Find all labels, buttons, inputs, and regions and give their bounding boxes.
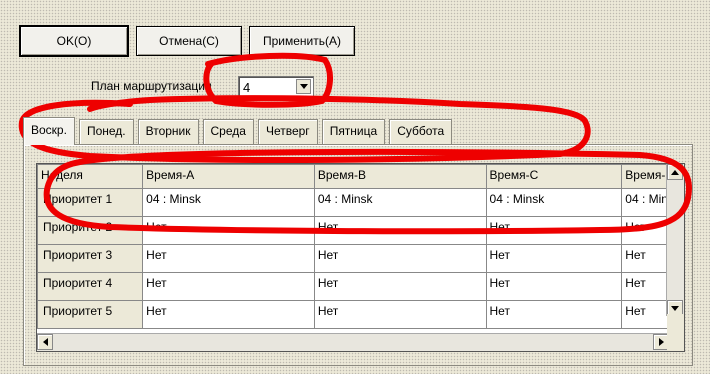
scrollbar-corner (667, 314, 684, 351)
table-cell[interactable]: Нет (313, 244, 487, 273)
apply-button[interactable]: Применить(А) (249, 26, 355, 56)
tab-monday[interactable]: Понед. (78, 119, 134, 145)
table-cell[interactable]: Нет (313, 300, 487, 329)
priority-grid: Неделя Время-A Время-B Время-C Время-D П… (36, 163, 685, 352)
table-cell[interactable]: 04 : Minsk (313, 188, 487, 217)
routing-plan-select[interactable]: 4 (238, 76, 314, 98)
table-row: Приоритет 5 Нет Нет Нет Нет (37, 300, 684, 329)
table-cell[interactable]: Нет (142, 244, 315, 273)
tab-saturday[interactable]: Суббота (389, 119, 453, 145)
vertical-scrollbar[interactable] (666, 164, 684, 316)
table-cell[interactable]: Нет (142, 272, 315, 301)
scroll-left-icon[interactable] (37, 334, 53, 350)
table-cell[interactable]: Нет (485, 244, 623, 273)
scroll-up-icon[interactable] (667, 164, 683, 180)
tab-tuesday[interactable]: Вторник (137, 119, 199, 145)
table-header-row: Неделя Время-A Время-B Время-C Время-D (37, 164, 684, 189)
routing-plan-value: 4 (243, 80, 251, 95)
routing-plan-label: План маршрутизации (91, 79, 212, 93)
table-cell[interactable]: 04 : Minsk (485, 188, 623, 217)
dropdown-arrow-icon[interactable] (296, 79, 311, 94)
table-row: Приоритет 3 Нет Нет Нет Нет (37, 244, 684, 273)
table-cell[interactable]: Нет (142, 300, 315, 329)
column-header[interactable]: Неделя (37, 164, 144, 189)
horizontal-scrollbar[interactable] (37, 333, 669, 351)
table-cell[interactable]: 04 : Minsk (142, 188, 315, 217)
row-header: Приоритет 1 (37, 188, 144, 217)
tab-wednesday[interactable]: Среда (202, 119, 254, 145)
table-cell[interactable]: Нет (313, 272, 487, 301)
ok-button[interactable]: OK(O) (20, 26, 128, 56)
column-header[interactable]: Время-C (485, 164, 623, 189)
row-header: Приоритет 2 (37, 216, 144, 245)
table-row: Приоритет 2 Нет Нет Нет Нет (37, 216, 684, 245)
table-row: Приоритет 1 04 : Minsk 04 : Minsk 04 : M… (37, 188, 684, 217)
row-header: Приоритет 5 (37, 300, 144, 329)
table-cell[interactable]: Нет (485, 300, 623, 329)
table-cell[interactable]: Нет (313, 216, 487, 245)
column-header[interactable]: Время-B (313, 164, 487, 189)
table-row: Приоритет 4 Нет Нет Нет Нет (37, 272, 684, 301)
table-cell[interactable]: Нет (485, 272, 623, 301)
table-cell[interactable]: Нет (142, 216, 315, 245)
column-header[interactable]: Время-A (142, 164, 315, 189)
tab-sunday[interactable]: Воскр. (23, 117, 75, 145)
day-tabs: Воскр. Понед. Вторник Среда Четверг Пятн… (23, 117, 456, 145)
row-header: Приоритет 3 (37, 244, 144, 273)
tab-friday[interactable]: Пятница (321, 119, 386, 145)
priority-table: Неделя Время-A Время-B Время-C Время-D П… (37, 164, 684, 329)
row-header: Приоритет 4 (37, 272, 144, 301)
cancel-button[interactable]: Отмена(С) (136, 26, 242, 56)
tab-thursday[interactable]: Четверг (257, 119, 318, 145)
table-cell[interactable]: Нет (485, 216, 623, 245)
